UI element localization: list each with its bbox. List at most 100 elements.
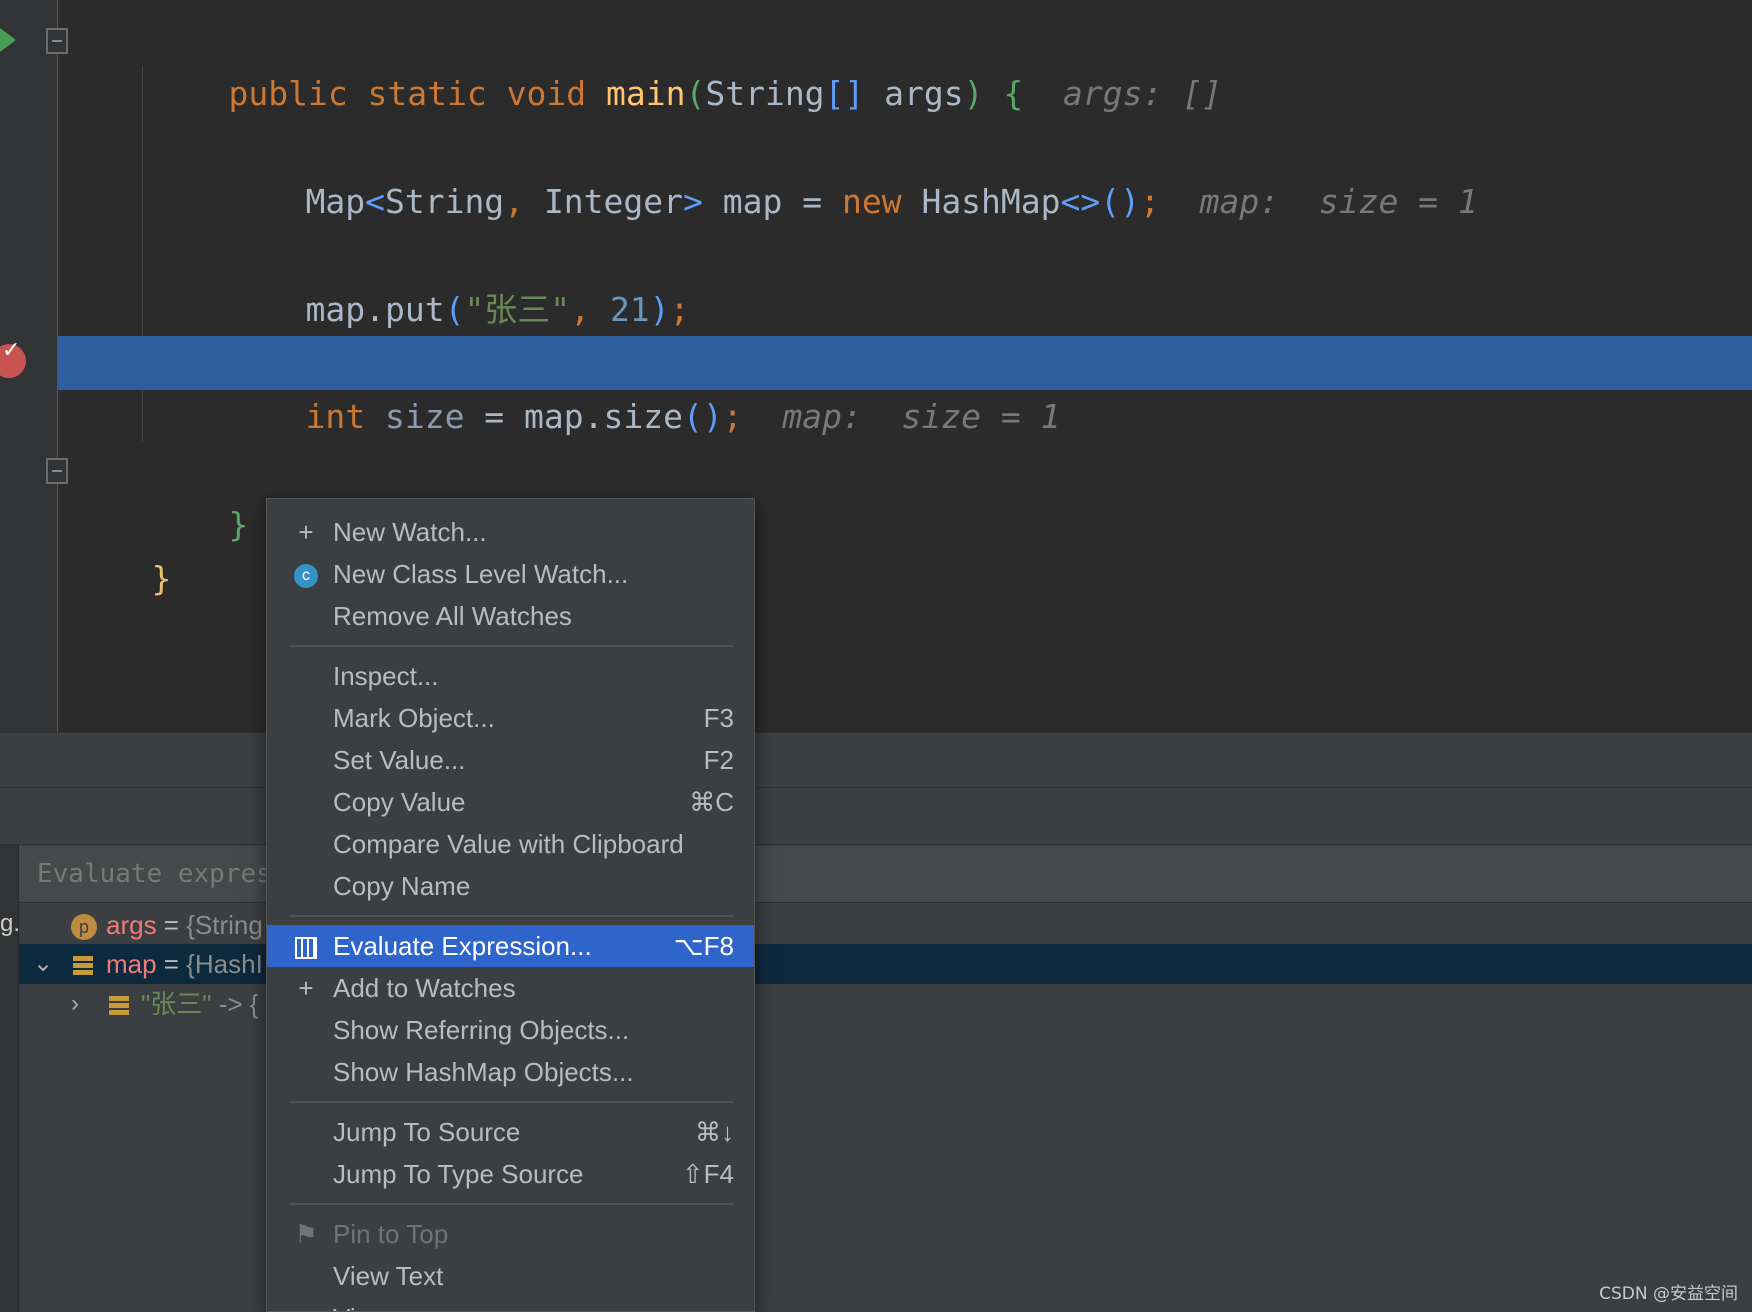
semicolon: ; — [722, 397, 743, 436]
menu-item-add-to-watches[interactable]: + Add to Watches — [267, 967, 754, 1009]
watermark: CSDN @安益空间 — [1599, 1284, 1738, 1304]
number-literal: 21 — [609, 290, 650, 329]
menu-item-label: Evaluate Expression... — [333, 931, 592, 961]
code-line-2[interactable]: Map<String, Integer> map = new HashMap<>… — [226, 121, 1477, 221]
menu-shortcut: ⌘↓ — [695, 1117, 734, 1147]
calculator-icon — [291, 925, 321, 967]
param-name: args — [864, 74, 964, 113]
string-literal: "张三" — [464, 290, 571, 329]
menu-item-label: Add to Watches — [333, 973, 516, 1003]
fold-toggle-icon[interactable] — [46, 458, 68, 484]
menu-item-new-class-level-watch[interactable]: c New Class Level Watch... — [267, 553, 754, 595]
menu-item-label: View Text — [333, 1261, 444, 1291]
menu-separator — [289, 1203, 733, 1205]
paren: ( — [685, 74, 706, 113]
semicolon: ; — [669, 290, 690, 329]
menu-item-compare-value[interactable]: Compare Value with Clipboard — [267, 823, 754, 865]
menu-item-label: View as — [333, 1297, 424, 1311]
generic-bracket: < — [365, 182, 385, 221]
menu-item-label: Copy Value — [333, 787, 466, 817]
menu-item-view-text[interactable]: View Text — [267, 1255, 754, 1297]
menu-item-label: Inspect... — [333, 661, 439, 691]
semicolon: ; — [1140, 182, 1160, 221]
comma: , — [570, 290, 610, 329]
chevron-down-icon[interactable]: ⌄ — [33, 944, 53, 984]
parameter-badge-icon: p — [71, 905, 97, 945]
flag-icon: ⚑ — [294, 1219, 318, 1249]
code-line-1[interactable]: public static void main(String[] args) {… — [149, 13, 1221, 113]
paren: () — [682, 397, 723, 436]
code-line-4[interactable]: int size = map.size(); map: size = 1 — [226, 336, 1060, 436]
evaluate-placeholder: Evaluate expres — [37, 859, 272, 889]
menu-item-evaluate-expression[interactable]: Evaluate Expression... ⌥F8 — [267, 925, 754, 967]
entry-key: "张三" — [141, 989, 212, 1019]
code-text: map = — [702, 182, 842, 221]
keyword: new — [841, 182, 902, 221]
menu-item-set-value[interactable]: Set Value... F2 — [267, 739, 754, 781]
variable-name: size — [365, 397, 465, 436]
variable-value: {HashI — [186, 949, 263, 979]
paren: ) — [963, 74, 984, 113]
fold-toggle-icon[interactable] — [46, 28, 68, 54]
paren: ( — [444, 290, 465, 329]
menu-item-label: Jump To Source — [333, 1117, 521, 1147]
menu-item-copy-name[interactable]: Copy Name — [267, 865, 754, 907]
brace: } — [151, 559, 172, 598]
debug-tabs-bar — [0, 788, 1752, 845]
menu-item-label: Show Referring Objects... — [333, 1015, 630, 1045]
array-brackets: [] — [824, 74, 865, 113]
chevron-right-icon[interactable]: › — [71, 984, 79, 1024]
menu-item-pin-to-top[interactable]: ⚑ Pin to Top — [267, 1213, 754, 1255]
menu-item-show-referring-objects[interactable]: Show Referring Objects... — [267, 1009, 754, 1051]
menu-item-jump-to-source[interactable]: Jump To Source ⌘↓ — [267, 1111, 754, 1153]
method-name: main — [605, 74, 686, 113]
menu-item-mark-object[interactable]: Mark Object... F3 — [267, 697, 754, 739]
menu-item-remove-all-watches[interactable]: Remove All Watches — [267, 595, 754, 637]
code-editor[interactable]: public static void main(String[] args) {… — [0, 0, 1752, 732]
menu-shortcut: ⌥F8 — [673, 931, 734, 961]
paren: () — [1100, 182, 1141, 221]
menu-separator — [289, 1101, 733, 1103]
menu-item-show-hashmap-objects[interactable]: Show HashMap Objects... — [267, 1051, 754, 1093]
code-text: map.put — [305, 290, 445, 329]
keyword: public static void — [228, 74, 606, 113]
menu-item-view-as[interactable]: View as — [267, 1297, 754, 1311]
brace: { — [983, 74, 1024, 113]
menu-item-jump-to-type-source[interactable]: Jump To Type Source ⇧F4 — [267, 1153, 754, 1195]
variable-name: args — [106, 910, 157, 940]
type-name: String — [705, 74, 825, 113]
menu-item-label: Set Value... — [333, 745, 466, 775]
type-name: Map — [305, 182, 366, 221]
brace: } — [228, 505, 249, 544]
field-list-icon — [73, 944, 93, 984]
menu-item-inspect[interactable]: Inspect... — [267, 655, 754, 697]
menu-shortcut: ⌘C — [689, 787, 734, 817]
code-line-5[interactable]: } — [149, 444, 248, 544]
field-list-icon — [109, 984, 129, 1024]
run-icon[interactable] — [0, 28, 16, 52]
menu-shortcut: ⇧F4 — [681, 1159, 734, 1189]
menu-item-label: Compare Value with Clipboard — [333, 829, 684, 859]
code-text: = map.size — [464, 397, 683, 436]
menu-item-label: New Class Level Watch... — [333, 559, 629, 589]
type-name: Integer — [543, 182, 684, 221]
menu-shortcut: F3 — [703, 703, 734, 733]
menu-item-new-watch[interactable]: + New Watch... — [267, 511, 754, 553]
equals-sign: = — [156, 910, 187, 940]
menu-item-label: Remove All Watches — [333, 601, 572, 631]
frame-label: g. — [0, 910, 21, 937]
debug-toolbar — [0, 732, 1752, 788]
menu-item-label: Copy Name — [333, 871, 471, 901]
inline-debug-hint: map: size = 1 — [1159, 182, 1478, 221]
entry-arrow: -> { — [211, 989, 259, 1019]
code-line-3[interactable]: map.put("张三", 21); — [226, 229, 689, 329]
menu-separator — [289, 915, 733, 917]
menu-shortcut: F2 — [703, 745, 734, 775]
code-line-6[interactable]: } — [72, 498, 171, 598]
generic-bracket: > — [683, 182, 703, 221]
menu-item-copy-value[interactable]: Copy Value ⌘C — [267, 781, 754, 823]
equals-sign: = — [156, 949, 187, 979]
inline-debug-hint: map: size = 1 — [742, 397, 1061, 436]
inline-debug-hint: args: [] — [1023, 74, 1222, 113]
add-watch-icon: + — [298, 973, 314, 1003]
